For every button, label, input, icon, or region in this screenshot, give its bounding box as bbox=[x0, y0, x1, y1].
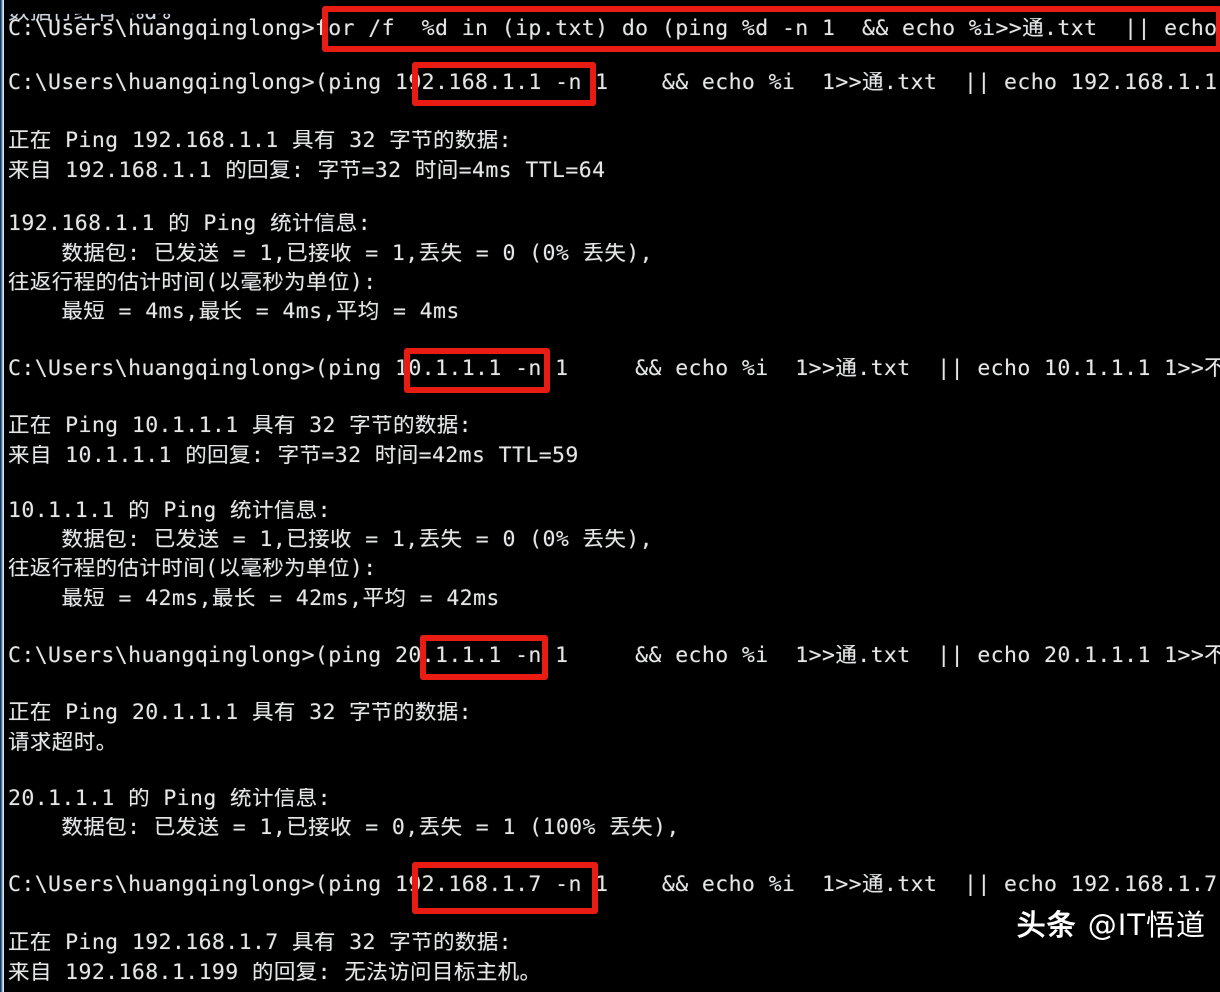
terminal-line-stats-header-20: 20.1.1.1 的 Ping 统计信息: bbox=[8, 788, 332, 810]
terminal-line-cmd-ping-192-168-1-1: C:\Users\huangqinglong>(ping 192.168.1.1… bbox=[8, 72, 1218, 94]
terminal-line-stats-header-10: 10.1.1.1 的 Ping 统计信息: bbox=[8, 500, 332, 522]
watermark-brand: 头条 bbox=[1016, 908, 1088, 942]
command-prompt-window[interactable]: 数据行经有 %d% C:\Users\huangqinglong>for /f %… bbox=[0, 0, 1220, 992]
console-output-area[interactable]: 数据行经有 %d% C:\Users\huangqinglong>for /f %… bbox=[4, 0, 1220, 992]
terminal-line-stats-header-192: 192.168.1.1 的 Ping 统计信息: bbox=[8, 213, 372, 235]
terminal-line-stats-packets-192: 数据包: 已发送 = 1,已接收 = 1,丢失 = 0 (0% 丢失), bbox=[8, 243, 653, 265]
terminal-line-rtt-values-192: 最短 = 4ms,最长 = 4ms,平均 = 4ms bbox=[8, 301, 460, 323]
terminal-line-stats-packets-20: 数据包: 已发送 = 1,已接收 = 0,丢失 = 1 (100% 丢失), bbox=[8, 817, 680, 839]
terminal-line-cmd-ping-192-168-1-7: C:\Users\huangqinglong>(ping 192.168.1.7… bbox=[8, 874, 1218, 896]
terminal-line-rtt-header-10: 往返行程的估计时间(以毫秒为单位): bbox=[8, 558, 377, 580]
watermark: 头条 @IT悟道 bbox=[1017, 902, 1206, 944]
terminal-line-reply-10-1-1-1: 来自 10.1.1.1 的回复: 字节=32 时间=42ms TTL=59 bbox=[8, 445, 579, 467]
terminal-line-cmd-ping-10-1-1-1: C:\Users\huangqinglong>(ping 10.1.1.1 -n… bbox=[8, 358, 1220, 380]
terminal-line-reply-192-168-1-1: 来自 192.168.1.1 的回复: 字节=32 时间=4ms TTL=64 bbox=[8, 160, 606, 182]
terminal-line-reply-192-168-1-199: 来自 192.168.1.199 的回复: 无法访问目标主机。 bbox=[8, 962, 542, 984]
terminal-line-cmd-for-loop: C:\Users\huangqinglong>for /f %d in (ip.… bbox=[8, 18, 1218, 40]
window-left-border bbox=[0, 0, 4, 992]
terminal-line-stats-packets-10: 数据包: 已发送 = 1,已接收 = 1,丢失 = 0 (0% 丢失), bbox=[8, 529, 653, 551]
watermark-handle: @IT悟道 bbox=[1087, 908, 1206, 942]
terminal-line-ping-start-10-1-1-1: 正在 Ping 10.1.1.1 具有 32 字节的数据: bbox=[8, 415, 472, 437]
terminal-line-cmd-ping-20-1-1-1: C:\Users\huangqinglong>(ping 20.1.1.1 -n… bbox=[8, 645, 1220, 667]
terminal-line-ping-start-20-1-1-1: 正在 Ping 20.1.1.1 具有 32 字节的数据: bbox=[8, 702, 472, 724]
terminal-line-request-timeout-20: 请求超时。 bbox=[8, 732, 118, 754]
terminal-line-rtt-header-192: 往返行程的估计时间(以毫秒为单位): bbox=[8, 272, 377, 294]
terminal-line-ping-start-192-168-1-1: 正在 Ping 192.168.1.1 具有 32 字节的数据: bbox=[8, 130, 513, 152]
terminal-line-rtt-values-10: 最短 = 42ms,最长 = 42ms,平均 = 42ms bbox=[8, 588, 500, 610]
